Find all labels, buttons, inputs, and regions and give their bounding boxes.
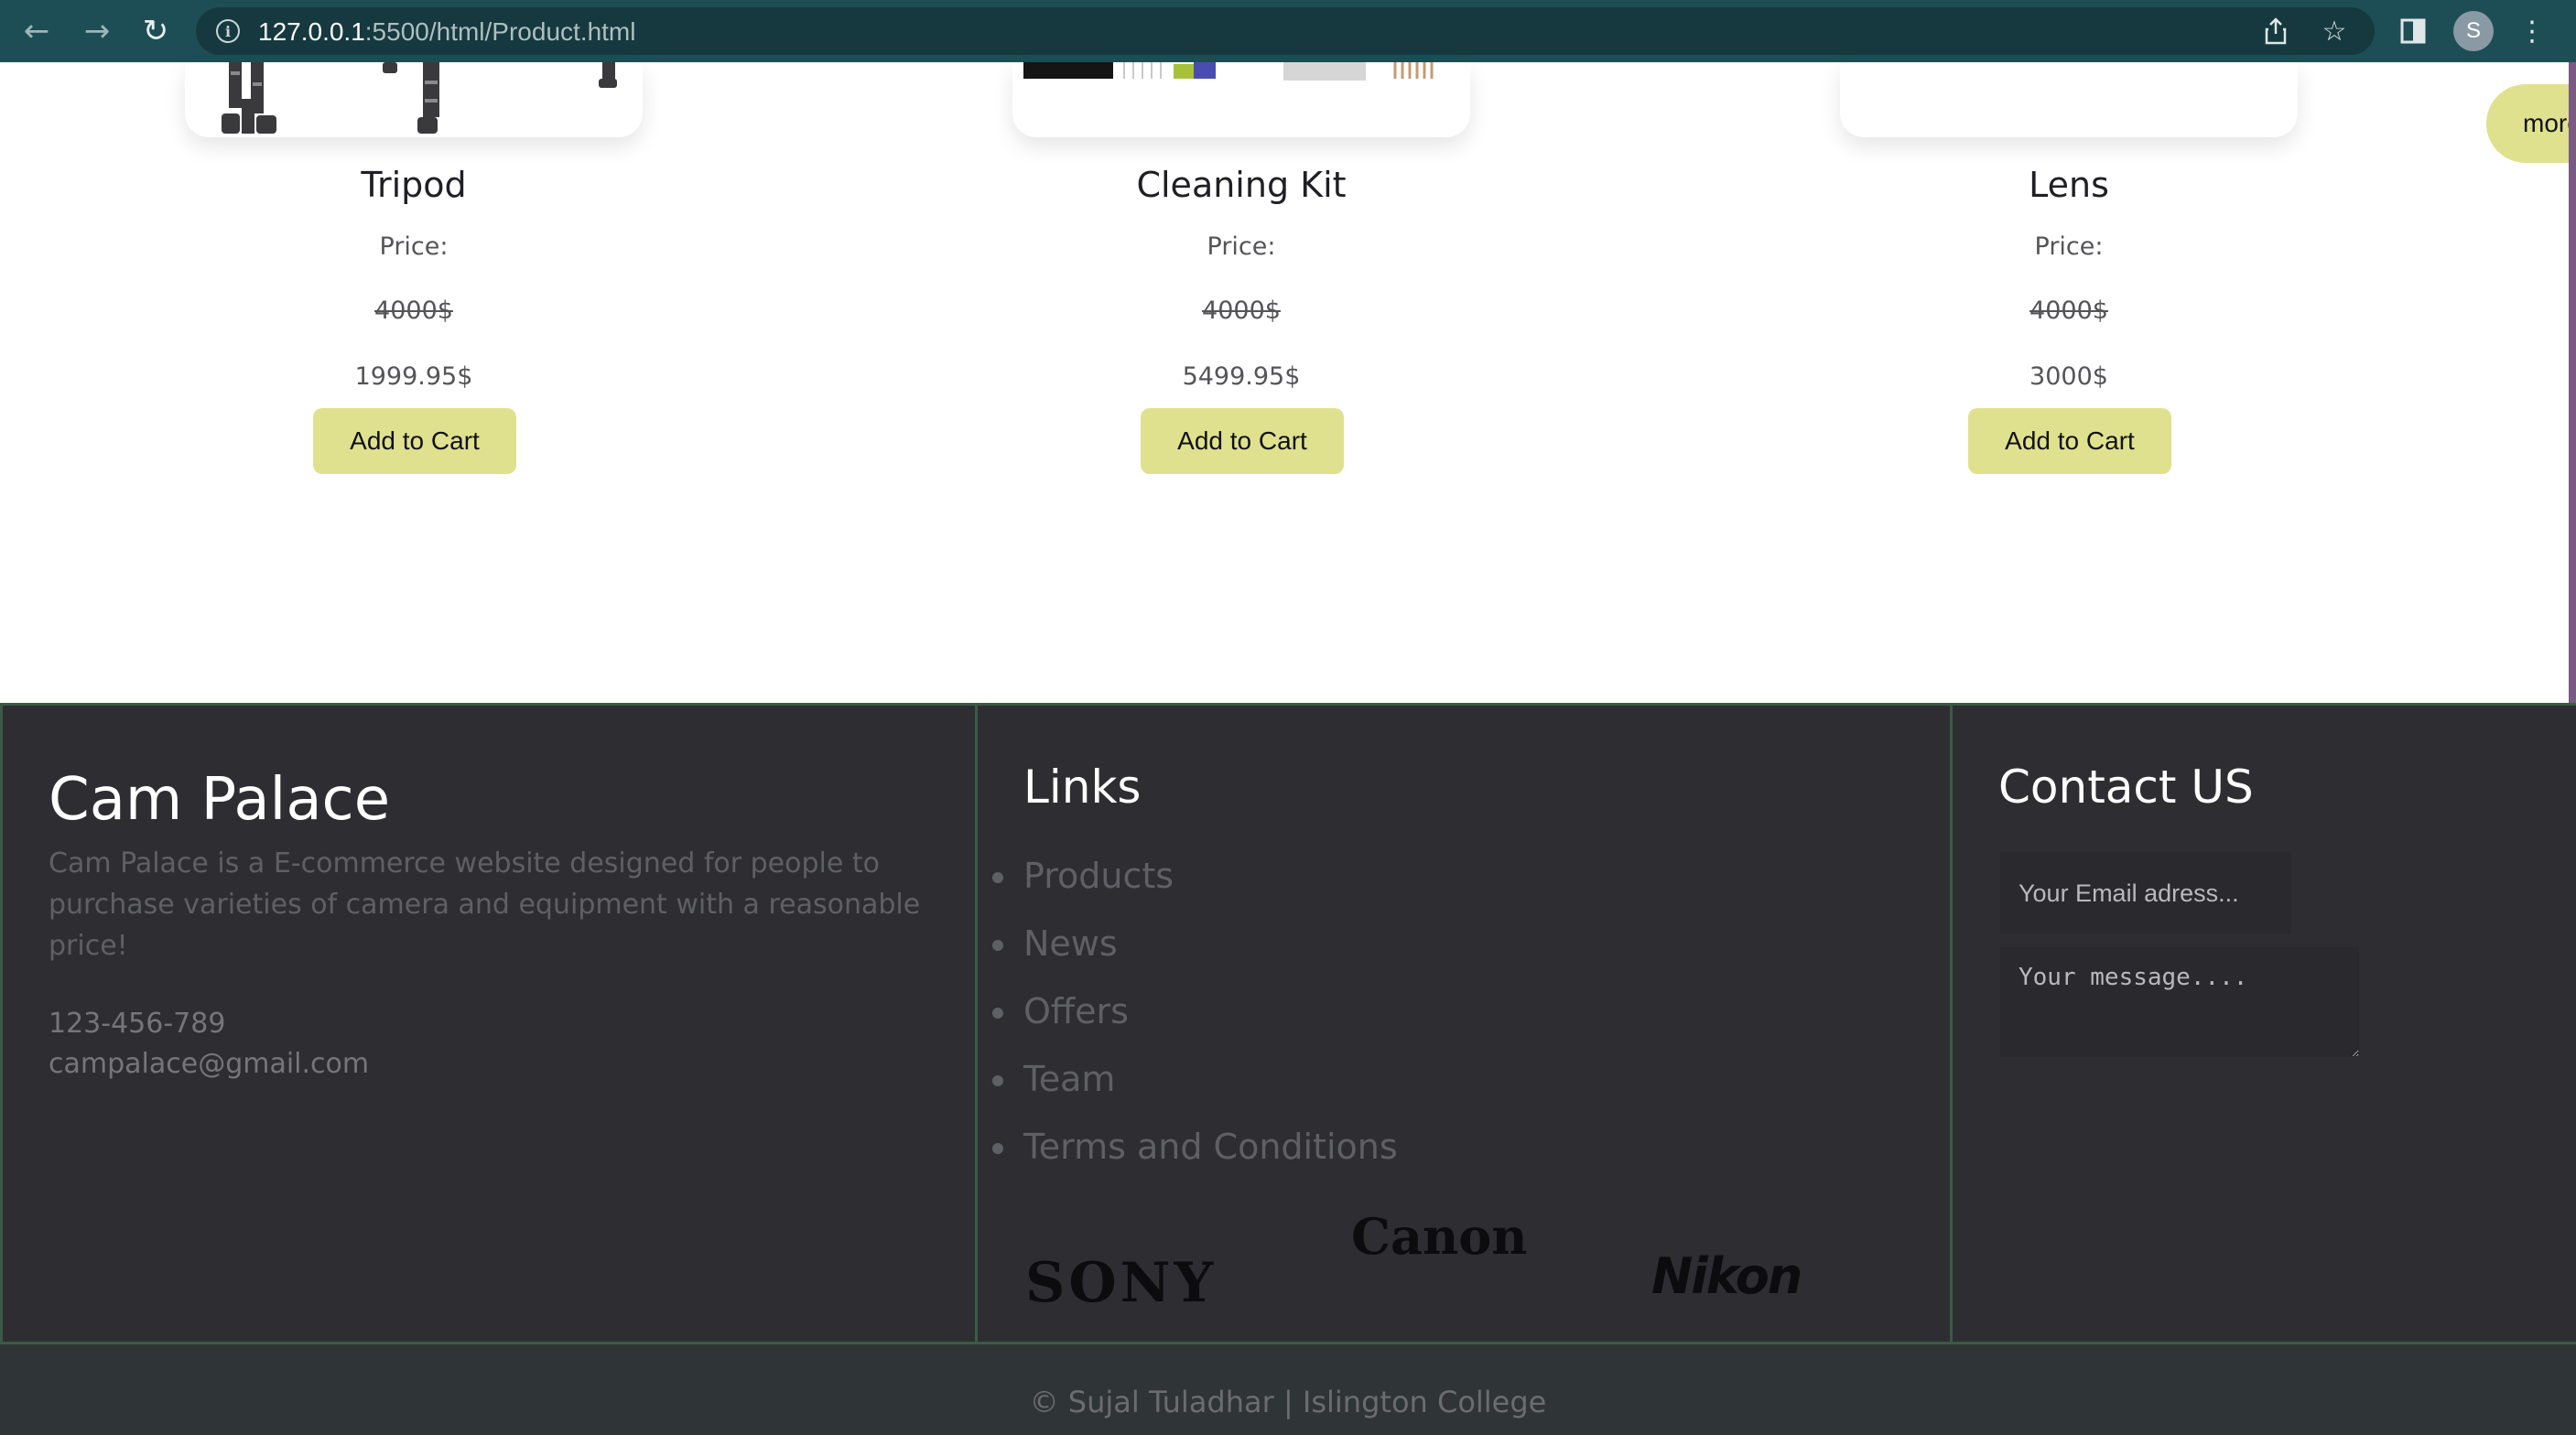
sidebar-icon[interactable] (2393, 11, 2433, 51)
old-price: 4000$ (2029, 297, 2108, 325)
contact-message-input[interactable] (2000, 947, 2359, 1057)
new-price: 3000$ (2029, 362, 2108, 391)
footer-phone: 123-456-789 (49, 1008, 226, 1040)
address-bar[interactable]: i 127.0.0.1:5500/html/Product.html ☆ (196, 7, 2375, 55)
more-button[interactable]: more (2486, 84, 2576, 163)
product-name: Cleaning Kit (1136, 165, 1347, 205)
copyright-text: © Sujal Tuladhar | Islington College (1029, 1385, 1547, 1419)
footer-about-text: Cam Palace is a E-commerce website desig… (49, 847, 921, 962)
footer-links-list: Products News Offers Team Terms and Cond… (992, 852, 1398, 1191)
footer-link-team[interactable]: Team (992, 1055, 1398, 1123)
url-host: 127.0.0.1 (258, 17, 365, 46)
footer-link-news[interactable]: News (992, 920, 1398, 987)
info-icon[interactable]: i (216, 19, 240, 43)
scrollbar[interactable] (2569, 62, 2576, 703)
price-label: Price: (2034, 232, 2104, 261)
footer-link-offers[interactable]: Offers (992, 987, 1398, 1055)
new-price: 5499.95$ (1182, 362, 1301, 391)
old-price: 4000$ (374, 297, 453, 325)
reload-icon[interactable]: ↻ (135, 11, 176, 51)
footer-about-column: Cam Palace Cam Palace is a E-commerce we… (0, 706, 975, 1344)
sony-logo: SONY (1025, 1251, 1218, 1315)
product-name: Lens (2029, 165, 2109, 205)
product-name: Tripod (361, 165, 467, 205)
add-to-cart-button[interactable]: Add to Cart (313, 408, 516, 474)
footer-links-column: Links Products News Offers Team Terms an… (975, 706, 1950, 1344)
profile-avatar[interactable]: S (2453, 11, 2494, 51)
footer-brand: Cam Palace (49, 766, 391, 834)
forward-icon[interactable]: → (77, 11, 117, 51)
footer: Cam Palace Cam Palace is a E-commerce we… (0, 703, 2576, 1344)
contact-email-input[interactable] (2000, 852, 2291, 934)
star-icon[interactable]: ☆ (2314, 11, 2354, 51)
menu-icon[interactable]: ⋮ (2512, 11, 2552, 51)
url-text[interactable]: 127.0.0.1:5500/html/Product.html (258, 17, 635, 47)
old-price: 4000$ (1202, 297, 1281, 325)
contact-title: Contact US (1998, 761, 2254, 814)
nikon-logo: Nikon (1651, 1247, 1802, 1305)
footer-link-terms[interactable]: Terms and Conditions (992, 1123, 1398, 1191)
product-image-cleaning-kit (1012, 62, 1470, 137)
add-to-cart-button[interactable]: Add to Cart (1141, 408, 1344, 474)
back-icon[interactable]: ← (16, 11, 57, 51)
price-label: Price: (379, 232, 449, 261)
footer-link-products[interactable]: Products (992, 852, 1398, 920)
copyright-bar: © Sujal Tuladhar | Islington College (0, 1342, 2576, 1435)
footer-email: campalace@gmail.com (49, 1048, 370, 1080)
share-icon[interactable] (2256, 11, 2296, 51)
product-image-tripod (185, 62, 643, 137)
price-label: Price: (1207, 232, 1276, 261)
new-price: 1999.95$ (354, 362, 473, 391)
product-image-lens (1840, 62, 2298, 137)
links-title: Links (1023, 761, 1142, 814)
browser-toolbar: ← → ↻ i 127.0.0.1:5500/html/Product.html… (0, 0, 2576, 62)
page-content: Tripod Price: 4000$ 1999.95$ Add to Cart… (0, 62, 2576, 1435)
add-to-cart-button[interactable]: Add to Cart (1968, 408, 2171, 474)
url-path: :5500/html/Product.html (364, 17, 636, 46)
canon-logo: Canon (1351, 1207, 1528, 1266)
footer-contact-column: Contact US (1950, 706, 2576, 1344)
